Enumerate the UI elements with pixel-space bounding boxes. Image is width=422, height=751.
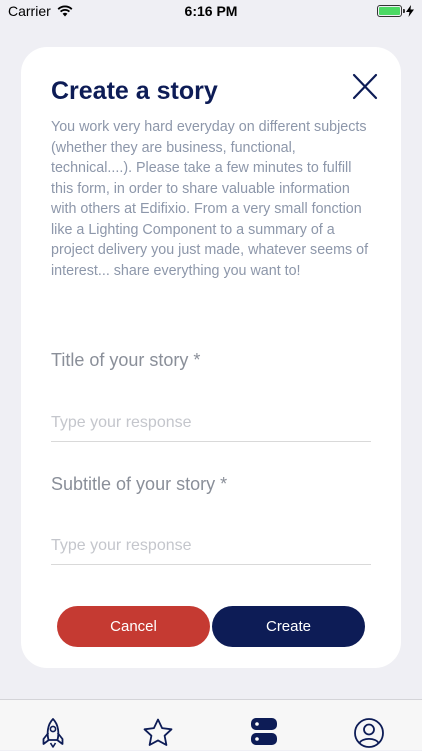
cancel-button[interactable]: Cancel	[57, 606, 210, 647]
star-icon	[143, 718, 173, 746]
tab-favorites[interactable]	[106, 700, 211, 751]
title-input[interactable]	[51, 404, 371, 442]
rocket-icon	[42, 718, 64, 748]
tab-profile[interactable]	[317, 700, 422, 751]
wifi-icon	[57, 5, 73, 17]
close-button[interactable]	[349, 71, 381, 103]
dialog-description: You work very hard everyday on different…	[51, 119, 369, 279]
carrier-label: Carrier	[8, 3, 51, 19]
battery-icon	[377, 5, 405, 17]
tab-stories[interactable]	[211, 700, 316, 751]
subtitle-field-label: Subtitle of your story *	[51, 474, 228, 494]
close-icon	[352, 73, 378, 100]
charging-bolt-icon	[406, 5, 414, 17]
dialog-title: Create a story	[51, 77, 218, 105]
status-right	[377, 5, 414, 17]
status-bar: Carrier 6:16 PM	[0, 0, 422, 22]
create-button[interactable]: Create	[212, 606, 365, 647]
battery-fill	[379, 7, 400, 15]
stack-icon	[250, 718, 277, 745]
user-icon	[354, 718, 385, 748]
create-story-dialog: Create a story You work very hard everyd…	[21, 47, 401, 668]
tab-rocket[interactable]	[0, 700, 105, 751]
status-left: Carrier	[8, 3, 73, 19]
tab-bar	[0, 699, 422, 750]
title-field-label: Title of your story *	[51, 350, 201, 370]
subtitle-input[interactable]	[51, 527, 371, 565]
